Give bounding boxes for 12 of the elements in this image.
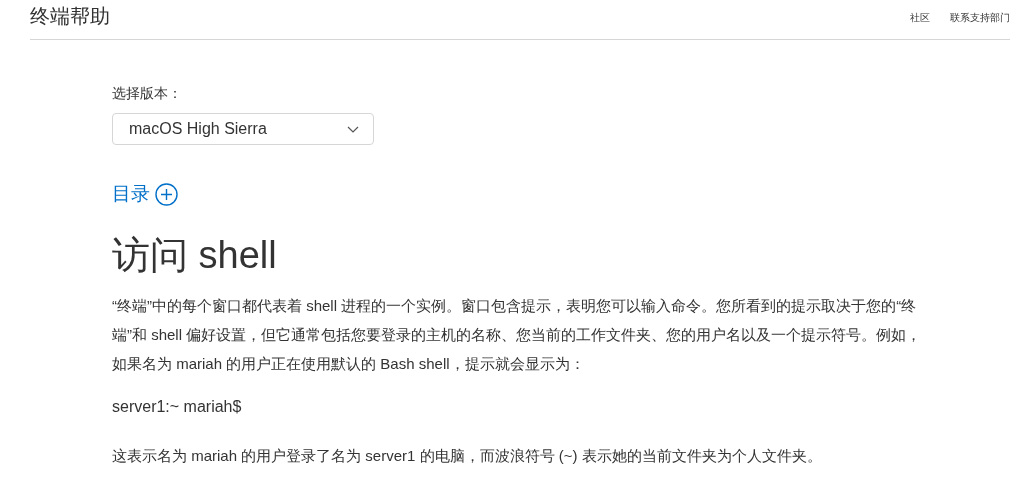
toc-toggle[interactable]: 目录: [112, 181, 178, 207]
command-prompt-text: server1:~ mariah$: [112, 396, 243, 417]
body-paragraph: 这表示名为 mariah 的用户登录了名为 server1 的电脑，而波浪符号 (~) 表示她的当前文件夹为个人文件夹。: [112, 445, 823, 466]
article-heading: 访问 shell: [112, 233, 278, 278]
help-title: 终端帮助: [30, 4, 110, 29]
version-label: 选择版本：: [112, 85, 183, 103]
nav-link[interactable]: 联系支持部门: [950, 10, 1010, 25]
body-paragraph: “终端”中的每个窗口都代表着 shell 进程的一个实例。窗口包含提示，表明您可以输入命令。您所看到的提示取决于您的“终端”和 shell 偏好设置，但它通常包括您要登录的主机的名称、您当前的工作文件夹、您的用户名以及一个提示符号。例如，如果名为 mariah 的用户正在使用默认的 Bash shell，提示就会显示为：: [112, 295, 923, 374]
nav-link[interactable]: 社区: [910, 10, 930, 25]
version-dropdown[interactable]: macOS High Sierra: [112, 113, 374, 145]
plus-circle-icon: [155, 182, 178, 206]
chevron-down-icon: [347, 125, 359, 133]
